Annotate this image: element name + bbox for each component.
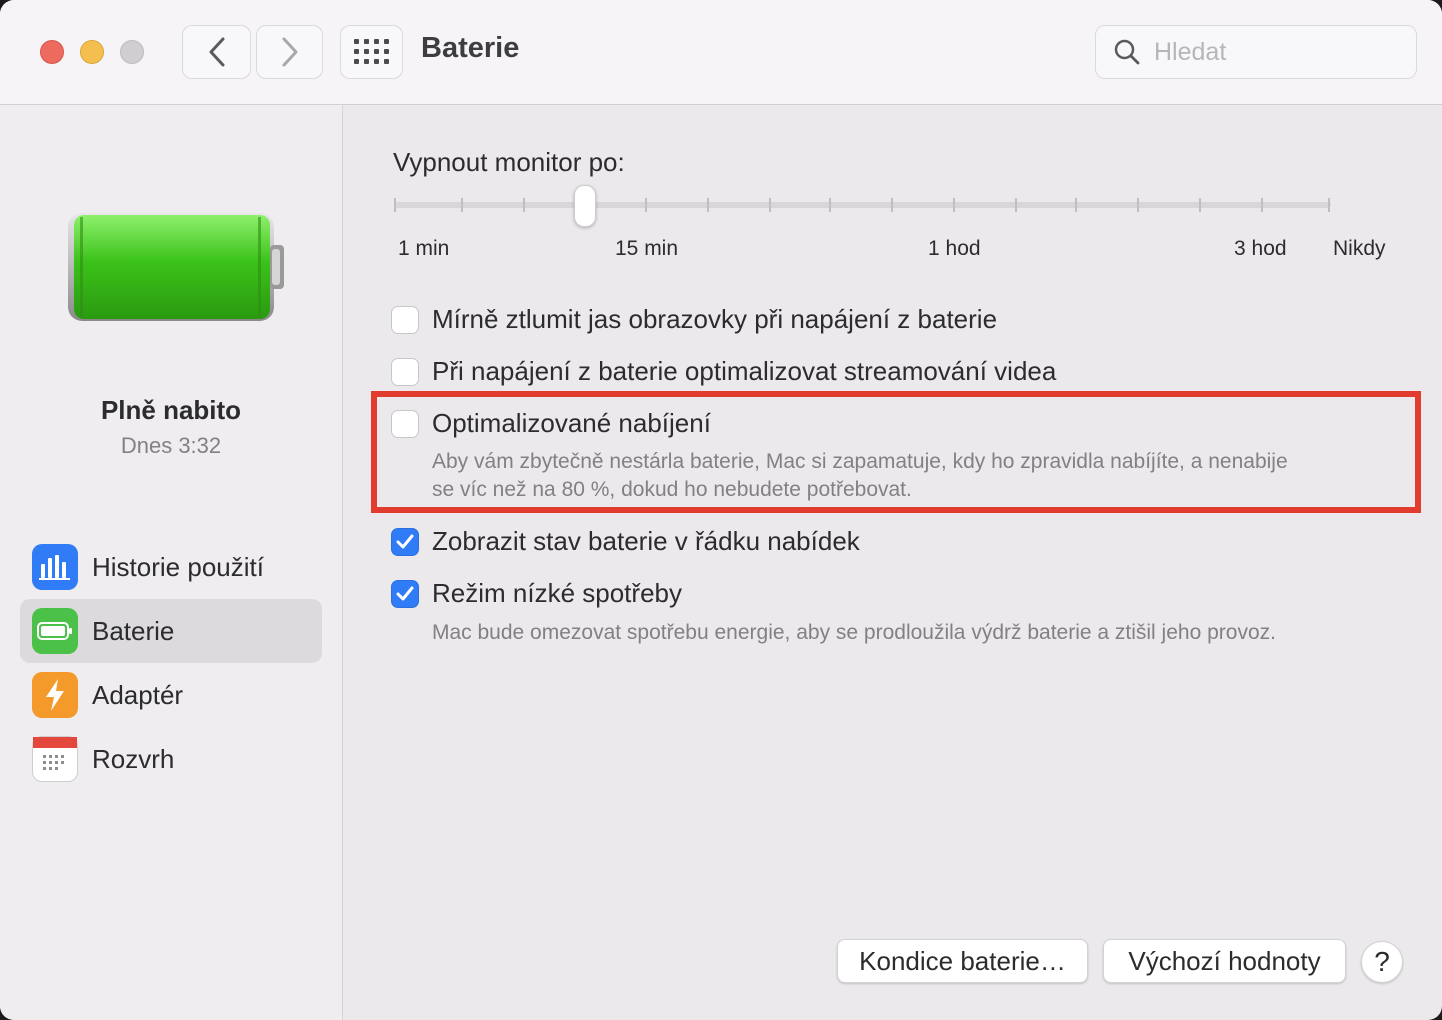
zoom-window-button[interactable] <box>120 40 144 64</box>
slider-tick <box>523 198 525 212</box>
calendar-icon <box>32 736 78 782</box>
sidebar-item-adapter[interactable]: Adaptér <box>20 663 322 727</box>
optimized-charging-description: Aby vám zbytečně nestárla baterie, Mac s… <box>432 448 1412 504</box>
battery-status-time: Dnes 3:32 <box>120 433 222 458</box>
checkmark-icon <box>396 586 414 600</box>
battery-settings-pane: Vypnout monitor po: 1 min 15 min 1 hod 3… <box>343 105 1442 1020</box>
display-off-label: Vypnout monitor po: <box>393 147 625 177</box>
optimize-streaming-label: Při napájení z baterie optimalizovat str… <box>432 356 1057 386</box>
slider-tick <box>645 198 647 212</box>
slider-tick <box>1075 198 1077 212</box>
optimized-charging-description-line: Aby vám zbytečně nestárla baterie, Mac s… <box>432 450 1288 473</box>
tick-label-15-min: 15 min <box>615 237 679 260</box>
optimize-streaming-checkbox[interactable] <box>391 357 419 386</box>
show-battery-status-checkbox[interactable] <box>391 527 419 556</box>
slider-tick <box>461 198 463 212</box>
display-off-slider[interactable] <box>395 202 1331 208</box>
battery-status-title: Plně nabito <box>100 395 242 425</box>
tick-label-never: Nikdy <box>1333 237 1386 260</box>
search-placeholder: Hledat <box>1154 37 1227 66</box>
restore-defaults-button[interactable]: Výchozí hodnoty <box>1103 939 1346 983</box>
show-all-button[interactable] <box>340 25 403 79</box>
sidebar-item-schedule[interactable]: Rozvrh <box>20 727 322 791</box>
option-dim-display[interactable]: Mírně ztlumit jas obrazovky při napájení… <box>391 304 997 335</box>
lightning-icon <box>32 672 78 718</box>
forward-button[interactable] <box>256 25 323 79</box>
slider-tick <box>1261 198 1263 212</box>
slider-tick <box>829 198 831 212</box>
slider-tick <box>1015 198 1017 212</box>
search-field[interactable]: Hledat <box>1095 25 1417 79</box>
low-power-mode-checkbox[interactable] <box>391 579 419 608</box>
tick-label-1-hour: 1 hod <box>928 237 981 260</box>
sidebar-item-usage-history[interactable]: Historie použití <box>20 535 322 599</box>
option-optimized-charging[interactable]: Optimalizované nabíjení <box>391 408 711 439</box>
optimized-charging-checkbox[interactable] <box>391 409 419 438</box>
show-battery-status-label: Zobrazit stav baterie v řádku nabídek <box>432 526 860 556</box>
toolbar: Baterie Hledat <box>0 0 1442 105</box>
system-preferences-window: Baterie Hledat Plně nabito Dnes 3:32 His… <box>0 0 1442 1020</box>
slider-tick <box>1199 198 1201 212</box>
battery-health-button[interactable]: Kondice baterie… <box>837 939 1088 983</box>
optimized-charging-description-line: se víc než na 80 %, dokud ho nebudete po… <box>432 478 912 501</box>
grid-icon <box>353 39 389 64</box>
sidebar-item-label: Historie použití <box>92 551 264 582</box>
option-optimize-streaming[interactable]: Při napájení z baterie optimalizovat str… <box>391 356 1056 387</box>
slider-tick <box>707 198 709 212</box>
low-power-mode-label: Režim nízké spotřeby <box>432 578 682 608</box>
checkmark-icon <box>396 534 414 548</box>
sidebar-item-label: Baterie <box>92 615 175 646</box>
window-title: Baterie <box>421 32 520 64</box>
close-window-button[interactable] <box>40 40 64 64</box>
chevron-left-icon <box>209 37 224 67</box>
chevron-right-icon <box>282 37 297 67</box>
search-icon <box>1114 39 1140 65</box>
slider-tick <box>1137 198 1139 212</box>
sidebar-item-label: Adaptér <box>92 679 184 710</box>
slider-tick <box>394 198 396 212</box>
help-button[interactable]: ? <box>1361 941 1403 983</box>
bar-chart-icon <box>32 544 78 590</box>
option-show-battery-status[interactable]: Zobrazit stav baterie v řádku nabídek <box>391 526 860 557</box>
slider-tick <box>769 198 771 212</box>
slider-tick <box>891 198 893 212</box>
low-power-mode-description: Mac bude omezovat spotřebu energie, aby … <box>432 621 1276 644</box>
sidebar-item-label: Rozvrh <box>92 743 175 774</box>
display-off-slider-thumb[interactable] <box>574 185 596 227</box>
optimized-charging-label: Optimalizované nabíjení <box>432 408 711 438</box>
back-button[interactable] <box>182 25 251 79</box>
tick-label-3-hours: 3 hod <box>1234 237 1287 260</box>
option-low-power-mode[interactable]: Režim nízké spotřeby <box>391 578 682 609</box>
sidebar: Plně nabito Dnes 3:32 Historie použití B… <box>0 105 343 1020</box>
tick-label-1-min: 1 min <box>398 237 450 260</box>
minimize-window-button[interactable] <box>80 40 104 64</box>
sidebar-item-battery[interactable]: Baterie <box>20 599 322 663</box>
battery-icon <box>32 608 78 654</box>
dim-display-checkbox[interactable] <box>391 305 419 334</box>
slider-tick <box>1328 198 1330 212</box>
slider-tick <box>953 198 955 212</box>
battery-full-icon <box>68 213 284 321</box>
dim-display-label: Mírně ztlumit jas obrazovky při napájení… <box>432 304 998 334</box>
